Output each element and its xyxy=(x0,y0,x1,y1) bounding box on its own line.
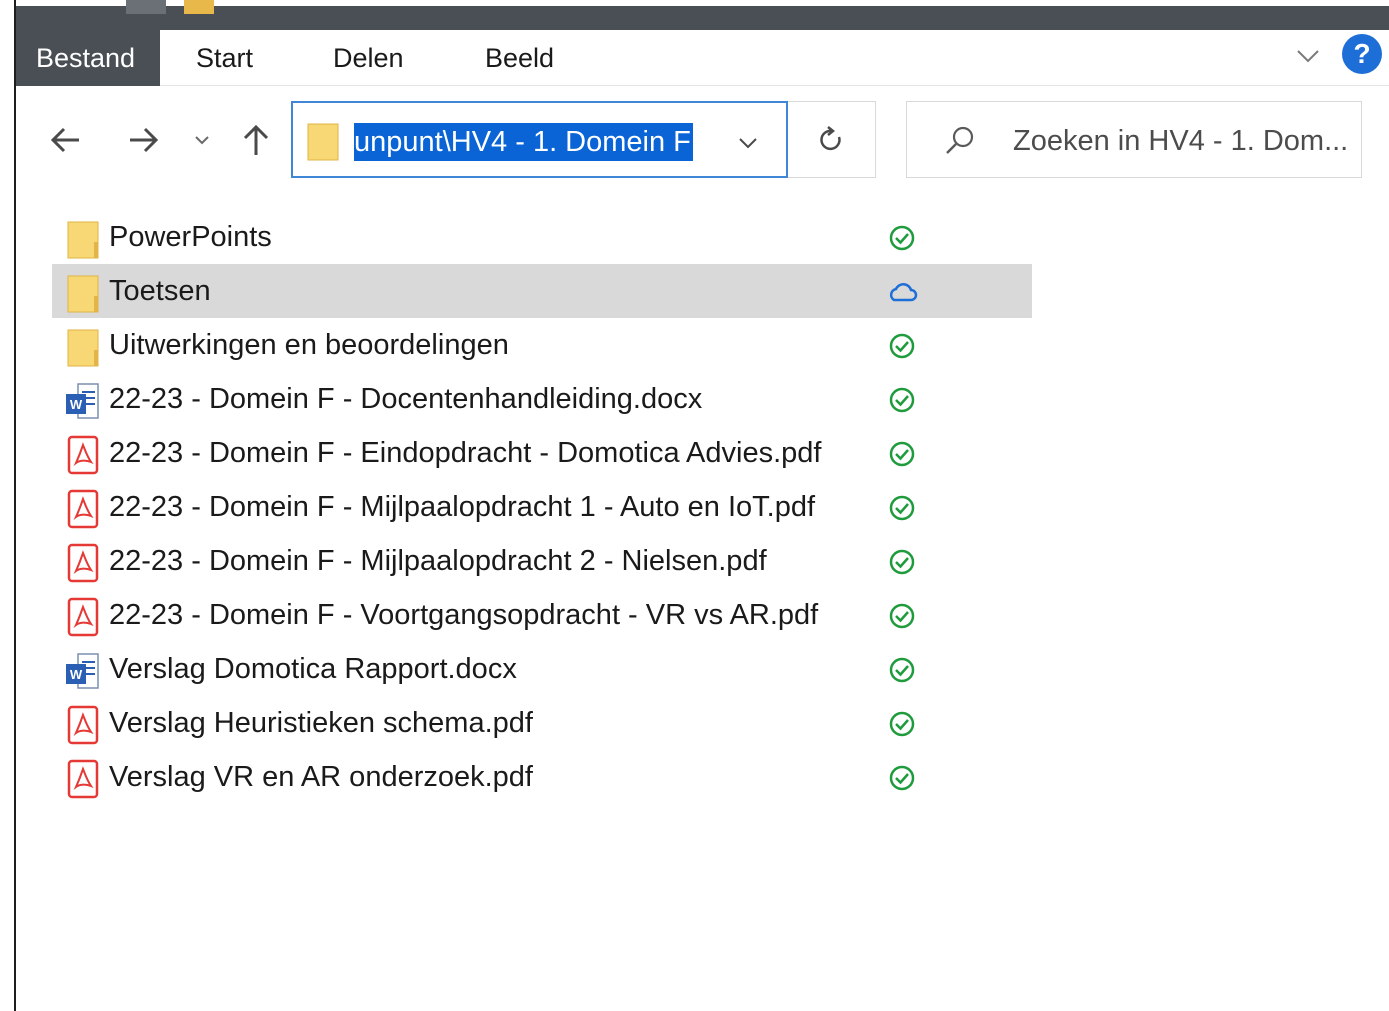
file-name: Toetsen xyxy=(109,275,211,307)
search-box[interactable]: Zoeken in HV4 - 1. Dom... xyxy=(906,101,1362,178)
recent-locations-button[interactable] xyxy=(184,118,220,162)
address-bar[interactable]: unpunt\HV4 - 1. Domein F xyxy=(291,101,788,178)
list-item[interactable]: Verslag Heuristieken schema.pdf xyxy=(52,696,1032,750)
file-list: PowerPoints Toetsen Uitwerkingen en beoord… xyxy=(52,210,1032,804)
file-name: Uitwerkingen en beoordelingen xyxy=(109,329,509,361)
svg-text:W: W xyxy=(70,667,83,682)
pdf-file-icon xyxy=(64,704,102,746)
tab-delen[interactable]: Delen xyxy=(313,30,424,86)
list-item[interactable]: 22-23 - Domein F - Eindopdracht - Domoti… xyxy=(52,426,1032,480)
list-item[interactable]: W 22-23 - Domein F - Docentenhandleiding.… xyxy=(52,372,1032,426)
file-name: 22-23 - Domein F - Mijlpaalopdracht 2 - … xyxy=(109,545,767,577)
synced-checkmark-icon xyxy=(886,330,918,362)
synced-checkmark-icon xyxy=(886,654,918,686)
back-button[interactable] xyxy=(44,118,88,162)
tab-beeld[interactable]: Beeld xyxy=(465,30,574,86)
search-icon xyxy=(946,126,974,154)
file-name: 22-23 - Domein F - Eindopdracht - Domoti… xyxy=(109,437,822,469)
address-path[interactable]: unpunt\HV4 - 1. Domein F xyxy=(354,123,693,161)
word-document-icon: W xyxy=(64,380,102,422)
window-border xyxy=(14,0,16,1011)
svg-text:W: W xyxy=(70,397,83,412)
folder-icon xyxy=(307,123,339,161)
word-document-icon: W xyxy=(64,650,102,692)
pdf-file-icon xyxy=(64,596,102,638)
up-button[interactable] xyxy=(234,118,278,162)
pdf-file-icon xyxy=(64,434,102,476)
file-name: Verslag Heuristieken schema.pdf xyxy=(109,707,533,739)
synced-checkmark-icon xyxy=(886,708,918,740)
synced-checkmark-icon xyxy=(886,762,918,794)
address-dropdown-chevron-icon[interactable] xyxy=(733,128,763,158)
cloud-icon xyxy=(886,276,918,308)
synced-checkmark-icon xyxy=(886,492,918,524)
file-name: PowerPoints xyxy=(109,221,272,253)
tab-start[interactable]: Start xyxy=(176,30,273,86)
pdf-file-icon xyxy=(64,488,102,530)
chevron-down-icon xyxy=(195,136,209,145)
folder-icon xyxy=(64,272,102,314)
tab-bestand[interactable]: Bestand xyxy=(16,30,160,86)
synced-checkmark-icon xyxy=(886,384,918,416)
file-name: 22-23 - Domein F - Docentenhandleiding.d… xyxy=(109,383,703,415)
file-name: 22-23 - Domein F - Voortgangsopdracht - … xyxy=(109,599,819,631)
list-item[interactable]: 22-23 - Domein F - Voortgangsopdracht - … xyxy=(52,588,1032,642)
list-item[interactable]: PowerPoints xyxy=(52,210,1032,264)
synced-checkmark-icon xyxy=(886,546,918,578)
list-item[interactable]: W Verslag Domotica Rapport.docx xyxy=(52,642,1032,696)
file-name: Verslag VR en AR onderzoek.pdf xyxy=(109,761,533,793)
refresh-button[interactable] xyxy=(788,101,876,178)
synced-checkmark-icon xyxy=(886,600,918,632)
folder-icon xyxy=(64,326,102,368)
expand-ribbon-chevron-icon[interactable] xyxy=(1294,42,1322,70)
file-name: 22-23 - Domein F - Mijlpaalopdracht 1 - … xyxy=(109,491,816,523)
pdf-file-icon xyxy=(64,758,102,800)
forward-button[interactable] xyxy=(121,118,165,162)
list-item[interactable]: Verslag VR en AR onderzoek.pdf xyxy=(52,750,1032,804)
file-name: Verslag Domotica Rapport.docx xyxy=(109,653,517,685)
arrow-right-icon xyxy=(130,127,159,153)
pdf-file-icon xyxy=(64,542,102,584)
synced-checkmark-icon xyxy=(886,222,918,254)
title-bar xyxy=(16,0,1389,30)
help-icon[interactable]: ? xyxy=(1342,34,1382,74)
synced-checkmark-icon xyxy=(886,438,918,470)
refresh-icon xyxy=(819,125,841,150)
arrow-up-icon xyxy=(243,124,269,155)
quick-access-icons xyxy=(126,0,214,14)
list-item[interactable]: 22-23 - Domein F - Mijlpaalopdracht 2 - … xyxy=(52,534,1032,588)
list-item[interactable]: 22-23 - Domein F - Mijlpaalopdracht 1 - … xyxy=(52,480,1032,534)
arrow-left-icon xyxy=(50,127,79,153)
folder-icon xyxy=(64,218,102,260)
list-item[interactable]: Uitwerkingen en beoordelingen xyxy=(52,318,1032,372)
file-explorer-window: Bestand Start Delen Beeld ? unpunt\HV4 -… xyxy=(0,0,1389,1011)
search-placeholder: Zoeken in HV4 - 1. Dom... xyxy=(1013,125,1349,157)
list-item[interactable]: Toetsen xyxy=(52,264,1032,318)
